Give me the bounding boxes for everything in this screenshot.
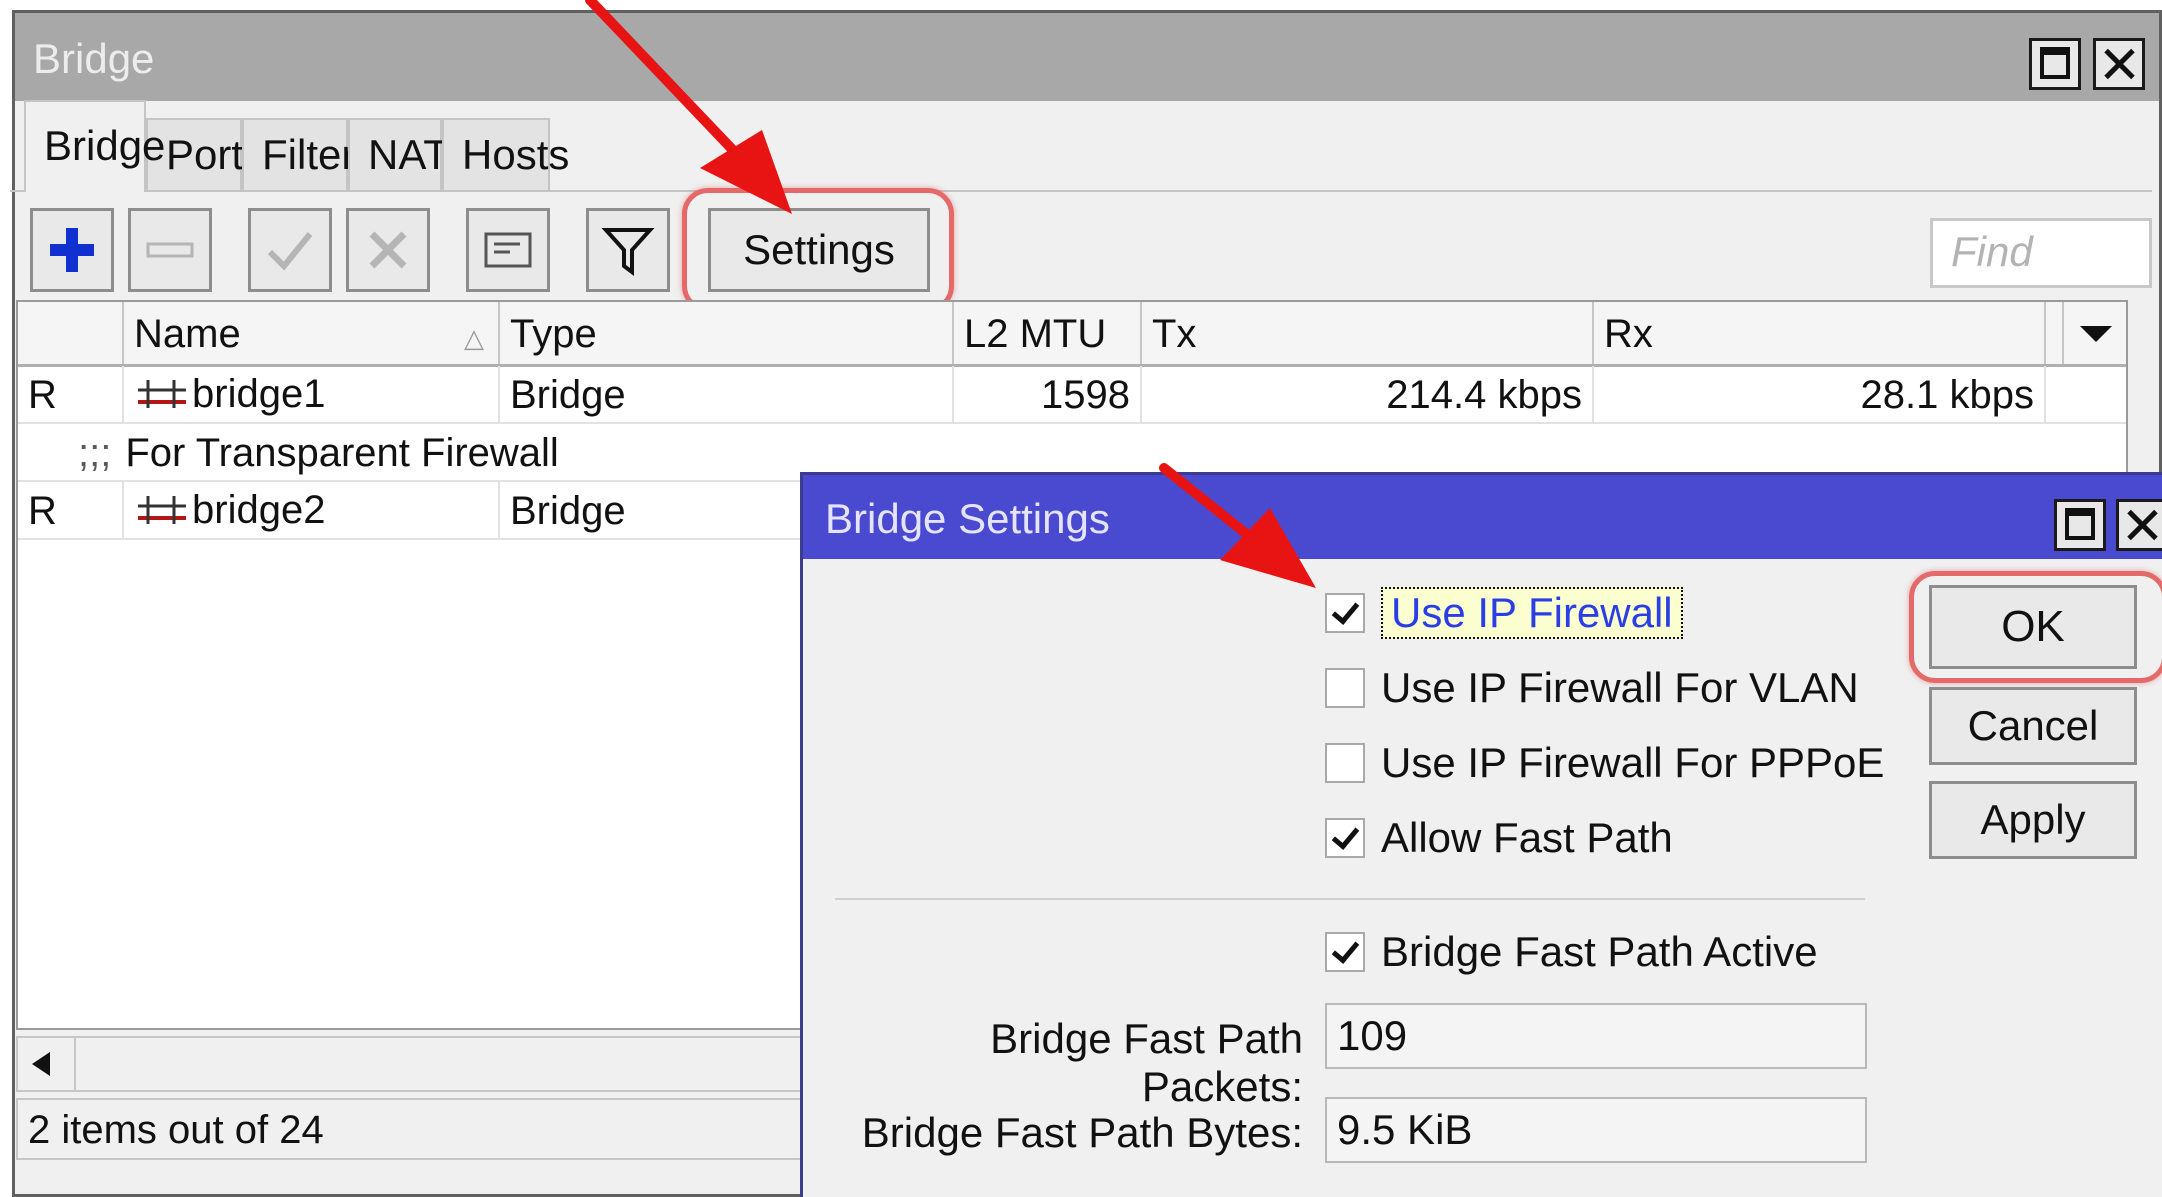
- checkbox-unchecked-icon[interactable]: [1325, 743, 1365, 783]
- tab-filters[interactable]: Filters: [242, 118, 376, 192]
- row-name: bridge1: [124, 366, 500, 422]
- fast-path-packets-field[interactable]: 109: [1325, 1003, 1867, 1069]
- bridge-icon: [138, 380, 186, 408]
- column-tx[interactable]: Tx: [1142, 302, 1594, 364]
- disable-button[interactable]: [346, 208, 430, 292]
- row-name: bridge2: [124, 482, 500, 538]
- cross-icon: [369, 231, 407, 269]
- table-header: Name △ Type L2 MTU Tx Rx: [18, 302, 2126, 367]
- bridge-icon: [138, 496, 186, 524]
- row-rx: 28.1 kbps: [1594, 366, 2046, 422]
- row-l2mtu: 1598: [954, 366, 1142, 422]
- row-name-text: bridge1: [192, 372, 326, 416]
- checkbox-checked-icon[interactable]: [1325, 818, 1365, 858]
- use-ip-firewall-pppoe-checkbox[interactable]: Use IP Firewall For PPPoE: [1325, 733, 1884, 793]
- comment-separator: ;;;: [78, 431, 112, 475]
- tab-nat[interactable]: NAT: [348, 118, 449, 192]
- minus-icon: [146, 242, 194, 258]
- bridge-window-titlebar[interactable]: Bridge: [15, 13, 2159, 101]
- row-tx: 214.4 kbps: [1142, 366, 1594, 422]
- use-ip-firewall-vlan-checkbox[interactable]: Use IP Firewall For VLAN: [1325, 658, 1859, 718]
- row-comment: ;;; For Transparent Firewall: [78, 424, 559, 482]
- checkbox-label: Use IP Firewall For VLAN: [1381, 664, 1859, 711]
- comment-text: For Transparent Firewall: [125, 431, 559, 475]
- cancel-button[interactable]: Cancel: [1929, 687, 2137, 765]
- fast-path-bytes-label: Bridge Fast Path Bytes:: [861, 1109, 1303, 1156]
- row-type: Bridge: [500, 366, 954, 422]
- row-name-text: bridge2: [192, 488, 326, 532]
- column-name[interactable]: Name △: [124, 302, 500, 364]
- apply-button[interactable]: Apply: [1929, 781, 2137, 859]
- checkbox-label: Allow Fast Path: [1381, 814, 1673, 861]
- checkbox-unchecked-icon[interactable]: [1325, 668, 1365, 708]
- ok-highlight: [1909, 571, 2162, 683]
- tab-hosts[interactable]: Hosts: [442, 118, 569, 192]
- use-ip-firewall-checkbox[interactable]: Use IP Firewall: [1325, 583, 1683, 643]
- note-icon: [484, 232, 532, 268]
- column-type[interactable]: Type: [500, 302, 954, 364]
- close-icon[interactable]: [2116, 499, 2162, 551]
- funnel-icon: [601, 228, 655, 276]
- allow-fast-path-checkbox[interactable]: Allow Fast Path: [1325, 808, 1673, 868]
- bridge-window-title: Bridge: [33, 35, 155, 82]
- checkbox-label: Bridge Fast Path Active: [1381, 928, 1818, 975]
- row-flag: R: [18, 482, 124, 538]
- check-icon: [267, 232, 313, 271]
- arrow-left-icon[interactable]: [18, 1038, 76, 1090]
- checkbox-checked-icon[interactable]: [1325, 593, 1365, 633]
- maximize-icon[interactable]: [2029, 38, 2081, 90]
- table-row[interactable]: R bridge1 Bridge 1598 214.4 kbps 28.1 kb…: [18, 366, 2126, 424]
- filter-button[interactable]: [586, 208, 670, 292]
- status-bar: 2 items out of 24: [16, 1098, 816, 1160]
- settings-highlight: [682, 188, 954, 312]
- horizontal-scrollbar[interactable]: [16, 1036, 816, 1092]
- comment-button[interactable]: [466, 208, 550, 292]
- bridge-fast-path-active-checkbox[interactable]: Bridge Fast Path Active: [1325, 922, 1818, 982]
- checkbox-checked-icon[interactable]: [1325, 932, 1365, 972]
- fast-path-bytes-field[interactable]: 9.5 KiB: [1325, 1097, 1867, 1163]
- close-icon[interactable]: [2093, 38, 2145, 90]
- dialog-title: Bridge Settings: [825, 495, 1110, 542]
- column-l2mtu[interactable]: L2 MTU: [954, 302, 1142, 364]
- tab-bridge[interactable]: Bridge: [24, 100, 165, 192]
- tab-divider: [10, 190, 2152, 192]
- column-name-label: Name: [134, 312, 241, 356]
- column-flag[interactable]: [18, 302, 124, 364]
- enable-button[interactable]: [248, 208, 332, 292]
- checkbox-label: Use IP Firewall For PPPoE: [1381, 739, 1885, 786]
- add-button[interactable]: [30, 208, 114, 292]
- sort-asc-icon: △: [464, 323, 484, 353]
- fast-path-packets-label: Bridge Fast Path Packets:: [990, 1015, 1303, 1110]
- chevron-down-icon[interactable]: [2062, 302, 2126, 364]
- row-flag: R: [18, 366, 124, 422]
- find-input[interactable]: Find: [1930, 218, 2152, 288]
- checkbox-label: Use IP Firewall: [1381, 587, 1683, 639]
- dialog-divider: [835, 898, 1865, 900]
- dialog-titlebar[interactable]: Bridge Settings: [803, 475, 2162, 559]
- column-rx[interactable]: Rx: [1594, 302, 2046, 364]
- plus-icon: [50, 228, 94, 272]
- maximize-icon[interactable]: [2054, 499, 2106, 551]
- bridge-settings-dialog: Bridge Settings Use IP Firewall Use IP F…: [800, 472, 2162, 1197]
- remove-button[interactable]: [128, 208, 212, 292]
